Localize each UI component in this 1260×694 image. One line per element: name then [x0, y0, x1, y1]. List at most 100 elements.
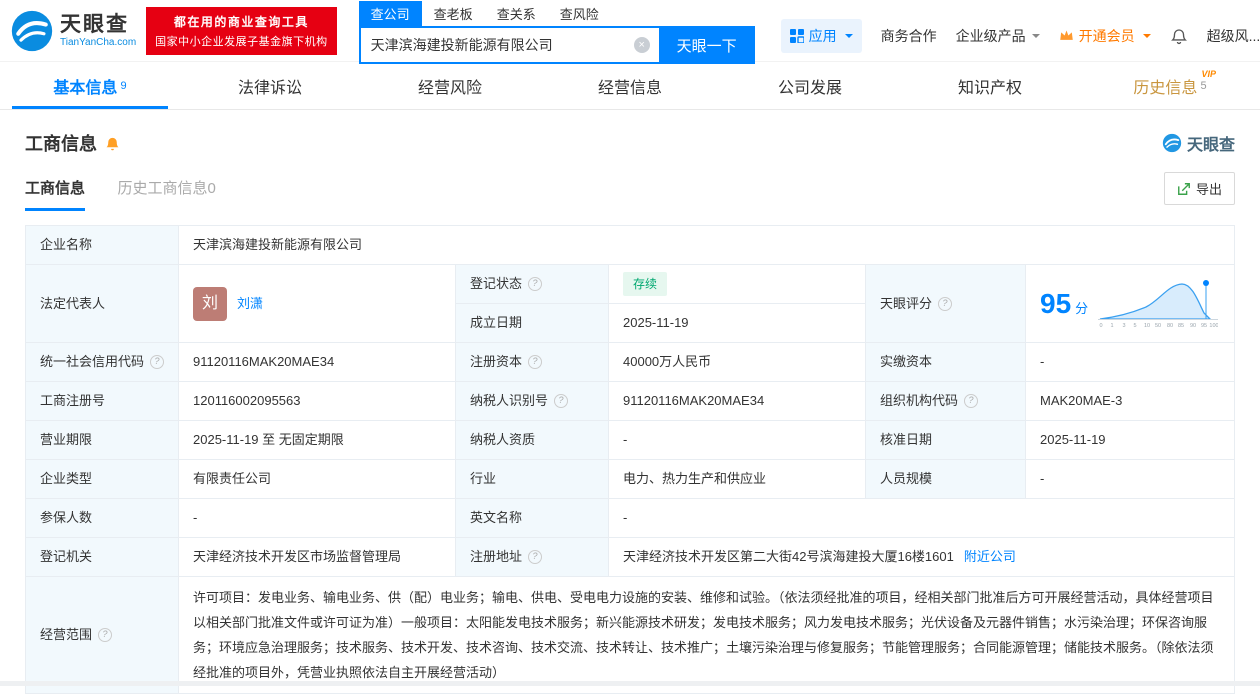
export-icon: [1178, 182, 1190, 195]
search-area: 查公司 查老板 查关系 查风险 × 天眼一下: [358, 1, 755, 64]
score-label: 天眼评分?: [866, 265, 1026, 343]
credit-code-value: 91120116MAK20MAE34: [179, 343, 456, 382]
main-content: 工商信息 天眼查 工商信息 历史工商信息0 导出 企业名称 天津滨海建投新能源有…: [0, 130, 1260, 694]
credit-code-label: 统一社会信用代码?: [26, 343, 179, 382]
history-info-count: 5: [1200, 79, 1207, 92]
menu-open-membership[interactable]: 开通会员: [1059, 26, 1151, 46]
staff-size-value: -: [1026, 460, 1234, 499]
nav-tab-history-info[interactable]: VIP 历史信息 5: [1080, 62, 1260, 109]
org-code-value: MAK20MAE-3: [1026, 382, 1234, 421]
search-tabs: 查公司 查老板 查关系 查风险: [358, 1, 755, 26]
company-type-value: 有限责任公司: [179, 460, 456, 499]
nearby-companies-link[interactable]: 附近公司: [964, 547, 1016, 567]
reg-number-value: 120116002095563: [179, 382, 456, 421]
help-icon[interactable]: ?: [528, 550, 543, 564]
menu-enterprise-products[interactable]: 企业级产品: [956, 26, 1040, 46]
help-icon[interactable]: ?: [938, 296, 953, 311]
table-row: 营业期限 2025-11-19 至 无固定期限 纳税人资质 - 核准日期 202…: [26, 421, 1234, 460]
score-distribution-chart: 0 1 3 5 10 50 80 85 90 95 100: [1098, 279, 1219, 329]
reg-capital-label: 注册资本?: [456, 343, 609, 382]
status-badge: 存续: [623, 272, 668, 296]
tab-history-business-info[interactable]: 历史工商信息0: [117, 177, 215, 208]
tianyancha-watermark: 天眼查: [1162, 131, 1235, 155]
nav-tab-operating-info[interactable]: 经营信息: [540, 62, 720, 109]
help-icon[interactable]: ?: [98, 628, 113, 642]
business-scope-value: 许可项目：发电业务、输电业务、供（配）电业务；输电、供电、受电电力设施的安装、维…: [193, 590, 1214, 680]
svg-text:1: 1: [1111, 323, 1114, 329]
search-tab-risk[interactable]: 查风险: [548, 1, 611, 26]
company-name-value: 天津滨海建投新能源有限公司: [179, 226, 1234, 265]
export-button[interactable]: 导出: [1163, 172, 1235, 205]
score-number: 95: [1040, 287, 1072, 319]
logo-domain: TianYanCha.com: [60, 36, 137, 48]
menu-super-risk[interactable]: 超级风...: [1207, 26, 1260, 46]
help-icon[interactable]: ?: [554, 394, 569, 408]
promo-line1: 都在用的商业查询工具: [173, 14, 309, 29]
svg-text:3: 3: [1123, 323, 1126, 329]
nav-tab-legal-litigation[interactable]: 法律诉讼: [180, 62, 360, 109]
score-value: 95 分 0 1 3 5 10 50 80 85 90 95 100: [1026, 265, 1234, 343]
chevron-down-icon: [844, 33, 853, 42]
table-row: 参保人数 - 英文名称 -: [26, 499, 1234, 538]
business-term-label: 营业期限: [26, 421, 179, 460]
score-unit: 分: [1075, 300, 1089, 316]
search-tab-company[interactable]: 查公司: [358, 1, 422, 26]
english-name-value: -: [609, 499, 1234, 538]
search-tab-relation[interactable]: 查关系: [485, 1, 548, 26]
legal-rep-label: 法定代表人: [26, 265, 179, 343]
page-bottom-strip: [0, 681, 1260, 686]
reg-status-label: 登记状态?: [456, 265, 609, 304]
establish-date-value: 2025-11-19: [609, 304, 866, 343]
svg-text:85: 85: [1178, 323, 1184, 329]
taxpayer-quality-value: -: [609, 421, 866, 460]
org-code-label: 组织机构代码?: [866, 382, 1026, 421]
nav-tab-company-development[interactable]: 公司发展: [720, 62, 900, 109]
tianyancha-logo[interactable]: 天眼查 TianYanCha.com: [10, 9, 136, 53]
header-menu: 应用 商务合作 企业级产品 开通会员 超级风...: [780, 18, 1260, 53]
svg-text:50: 50: [1155, 323, 1161, 329]
apps-menu-button[interactable]: 应用: [780, 18, 862, 53]
menu-business-cooperation[interactable]: 商务合作: [881, 26, 937, 46]
notification-bell-icon[interactable]: [1170, 27, 1188, 45]
nav-tab-intellectual-property[interactable]: 知识产权: [900, 62, 1080, 109]
announcement-icon: [106, 137, 119, 150]
table-row: 工商注册号 120116002095563 纳税人识别号? 91120116MA…: [26, 382, 1234, 421]
help-icon[interactable]: ?: [150, 355, 164, 369]
table-row: 登记机关 天津经济技术开发区市场监督管理局 注册地址? 天津经济技术开发区第二大…: [26, 538, 1234, 577]
clear-search-icon[interactable]: ×: [633, 37, 650, 53]
help-icon[interactable]: ?: [528, 277, 543, 291]
svg-text:95: 95: [1201, 323, 1207, 329]
chevron-down-icon: [1142, 33, 1151, 42]
svg-text:80: 80: [1167, 323, 1173, 329]
establish-date-label: 成立日期: [456, 304, 609, 343]
nav-tab-operating-risk[interactable]: 经营风险: [360, 62, 540, 109]
insured-count-label: 参保人数: [26, 499, 179, 538]
logo-title: 天眼查: [60, 13, 129, 37]
help-icon[interactable]: ?: [528, 355, 543, 369]
staff-size-label: 人员规模: [866, 460, 1026, 499]
table-row: 统一社会信用代码? 91120116MAK20MAE34 注册资本? 40000…: [26, 343, 1234, 382]
help-icon[interactable]: ?: [964, 394, 979, 408]
search-tab-boss[interactable]: 查老板: [422, 1, 485, 26]
reg-number-label: 工商注册号: [26, 382, 179, 421]
reg-address-label: 注册地址?: [456, 538, 609, 577]
legal-rep-link[interactable]: 刘潇: [237, 294, 263, 314]
search-input[interactable]: [358, 26, 659, 64]
legal-rep-avatar[interactable]: 刘: [193, 286, 227, 321]
vip-badge: VIP: [1201, 69, 1216, 79]
nav-tab-basic-info[interactable]: 基本信息 9: [0, 62, 180, 109]
paid-capital-label: 实缴资本: [866, 343, 1026, 382]
english-name-label: 英文名称: [456, 499, 609, 538]
industry-label: 行业: [456, 460, 609, 499]
taxpayer-id-label: 纳税人识别号?: [456, 382, 609, 421]
search-button[interactable]: 天眼一下: [658, 26, 755, 64]
tab-business-info[interactable]: 工商信息: [25, 177, 86, 211]
basic-info-count: 9: [120, 79, 127, 92]
table-row: 经营范围? 许可项目：发电业务、输电业务、供（配）电业务；输电、供电、受电电力设…: [26, 577, 1234, 693]
reg-status-value: 存续: [609, 265, 866, 304]
top-header: 天眼查 TianYanCha.com 都在用的商业查询工具 国家中小企业发展子基…: [0, 0, 1260, 64]
reg-authority-value: 天津经济技术开发区市场监督管理局: [179, 538, 456, 577]
section-title: 工商信息: [25, 134, 97, 154]
company-detail-nav: 基本信息 9 法律诉讼 经营风险 经营信息 公司发展 知识产权 VIP 历史信息…: [0, 62, 1260, 110]
approval-date-label: 核准日期: [866, 421, 1026, 460]
